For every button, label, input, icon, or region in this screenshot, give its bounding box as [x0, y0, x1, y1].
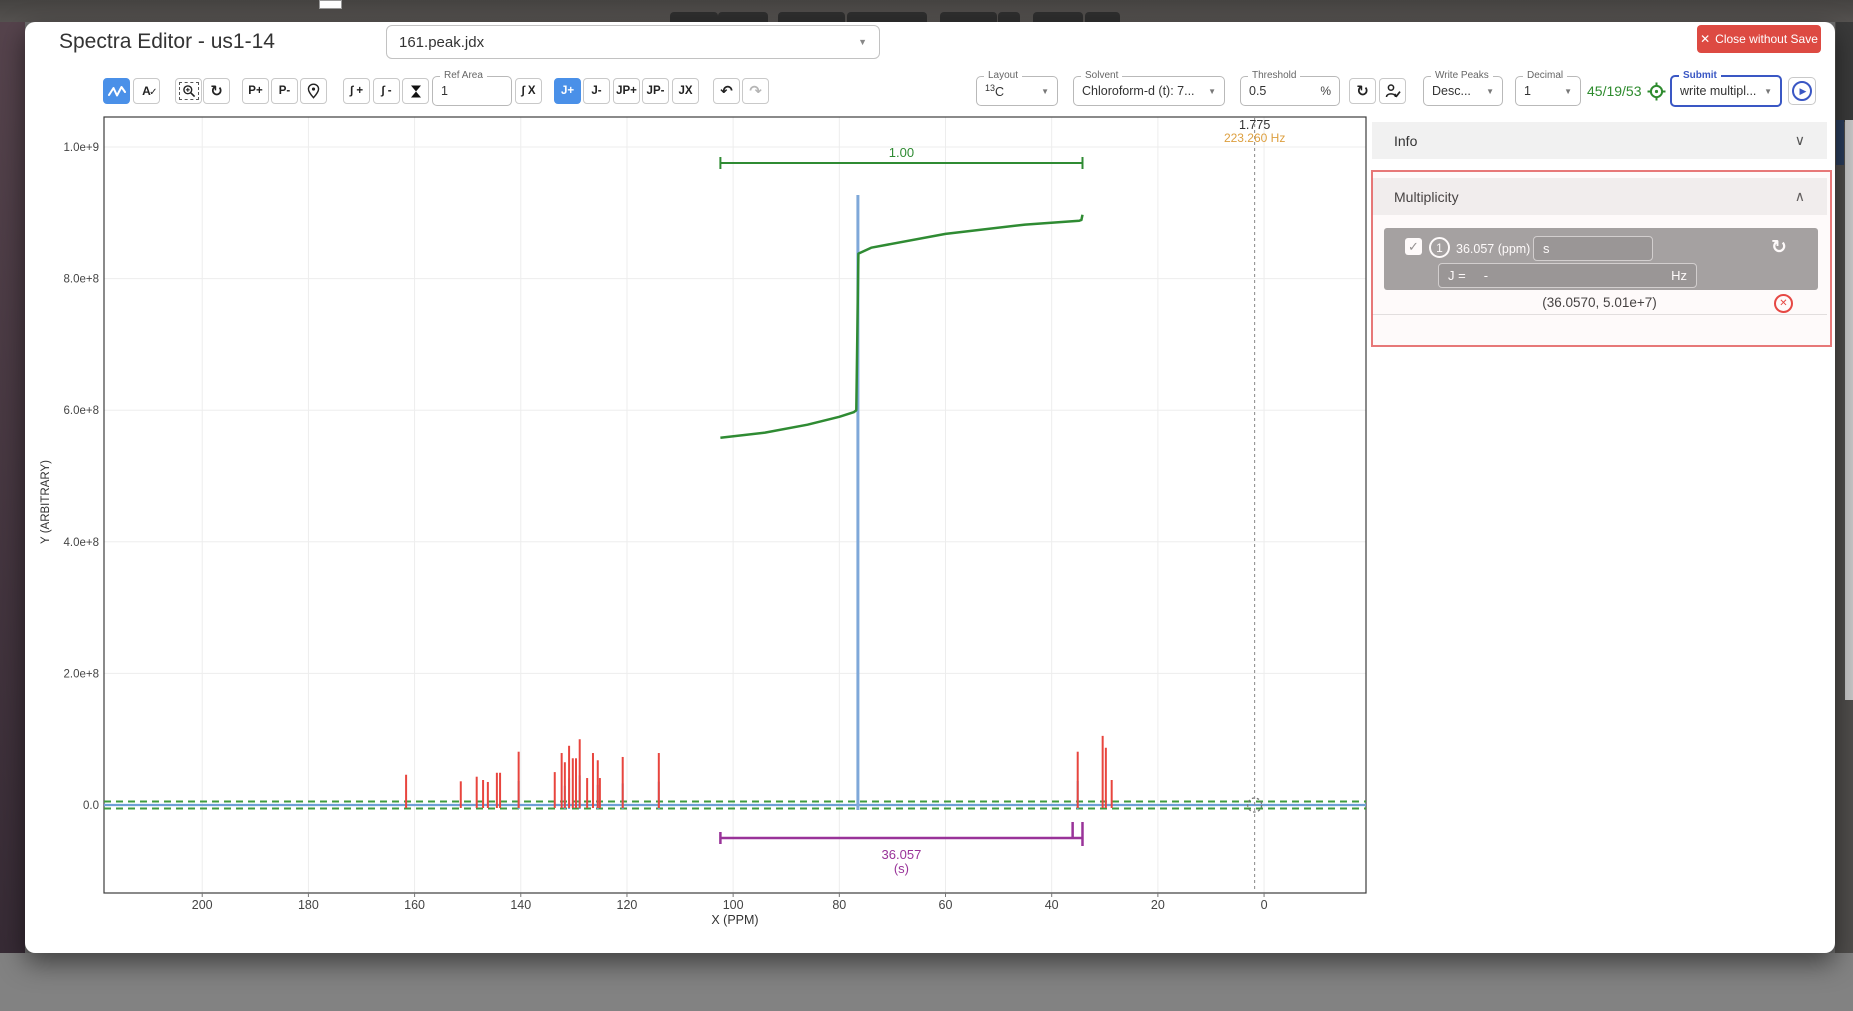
- info-title: Info: [1394, 133, 1417, 149]
- cursor-hz-label: 223.260 Hz: [1224, 131, 1285, 145]
- multiplet-peak-value: (36.0570, 5.01e+7): [1372, 295, 1827, 310]
- x-axis-ticks: 200180160140120100806040200: [192, 893, 1268, 912]
- svg-text:0: 0: [1261, 898, 1268, 912]
- svg-text:100: 100: [723, 898, 744, 912]
- svg-text:6.0e+8: 6.0e+8: [64, 405, 100, 417]
- svg-text:120: 120: [617, 898, 638, 912]
- multiplet-shift-text: 36.057: [882, 847, 922, 862]
- info-accordion-header[interactable]: Info ∨: [1372, 122, 1827, 159]
- spectra-editor-app: Spectra Editor - us1-14 161.peak.jdx ▼ ✕…: [0, 0, 1853, 1011]
- j-label: J =: [1448, 268, 1466, 283]
- integral-curve: [720, 215, 1082, 438]
- plot-frame: [104, 117, 1366, 893]
- multiplicity-accordion-header[interactable]: Multiplicity ∧: [1372, 178, 1827, 215]
- svg-text:200: 200: [192, 898, 213, 912]
- svg-text:60: 60: [939, 898, 953, 912]
- y-axis-title: Y (ARBITRARY): [40, 460, 52, 544]
- chevron-up-icon: ∧: [1795, 188, 1805, 205]
- multiplet-bracket[interactable]: [720, 822, 1082, 846]
- multiplet-kind-text: (s): [894, 861, 909, 876]
- j-coupling-input[interactable]: J = - Hz: [1438, 263, 1697, 288]
- j-value: -: [1484, 268, 1488, 283]
- svg-text:2.0e+8: 2.0e+8: [64, 668, 100, 680]
- multiplicity-title: Multiplicity: [1394, 189, 1459, 205]
- multiplet-refresh-icon[interactable]: ↻: [1771, 236, 1787, 259]
- peak-markers[interactable]: [406, 736, 1112, 808]
- j-unit: Hz: [1671, 268, 1687, 283]
- multiplicity-input[interactable]: s: [1533, 236, 1653, 261]
- svg-text:40: 40: [1045, 898, 1059, 912]
- integral-value-label: 1.00: [889, 145, 914, 160]
- chevron-down-icon: ∨: [1795, 132, 1805, 149]
- x-axis-title: X (PPM): [711, 913, 758, 927]
- svg-text:1.0e+9: 1.0e+9: [64, 142, 100, 154]
- svg-text:140: 140: [510, 898, 531, 912]
- spectrum-peaks: [519, 195, 1078, 810]
- svg-text:8.0e+8: 8.0e+8: [64, 274, 100, 286]
- grid-lines: [104, 117, 1366, 893]
- y-axis-ticks: 0.0 2.0e+8 4.0e+8 6.0e+8 8.0e+8 1.0e+9: [64, 142, 100, 812]
- svg-text:0.0: 0.0: [83, 800, 99, 812]
- svg-text:80: 80: [832, 898, 846, 912]
- multiplet-shift-label: 36.057 (ppm): [1456, 242, 1530, 256]
- svg-text:180: 180: [298, 898, 319, 912]
- panel-divider: [1372, 314, 1827, 315]
- multiplet-checkbox[interactable]: ✓: [1405, 238, 1422, 255]
- svg-text:4.0e+8: 4.0e+8: [64, 537, 100, 549]
- delete-peak-icon[interactable]: ✕: [1774, 294, 1793, 313]
- multiplet-index-badge: 1: [1429, 237, 1450, 258]
- cursor-ppm-label: 1.775: [1239, 118, 1270, 132]
- svg-text:20: 20: [1151, 898, 1165, 912]
- svg-text:160: 160: [404, 898, 425, 912]
